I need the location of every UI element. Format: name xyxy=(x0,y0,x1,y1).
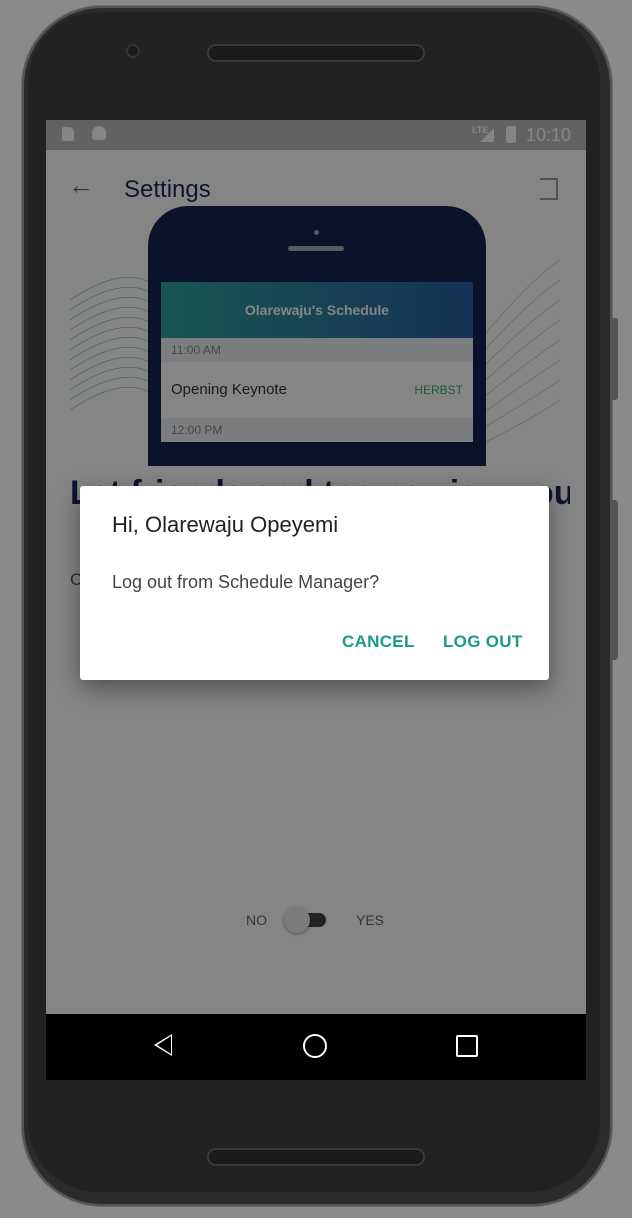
dialog-title: Hi, Olarewaju Opeyemi xyxy=(112,512,339,537)
screen: LTE 10:10 ← Settings Olarewaju's Schedul… xyxy=(46,120,586,1080)
nav-recents-icon[interactable] xyxy=(456,1035,478,1057)
dialog-message: Log out from Schedule Manager? xyxy=(112,572,380,592)
cancel-button[interactable]: CANCEL xyxy=(342,632,415,652)
nav-home-icon[interactable] xyxy=(303,1034,327,1058)
logout-dialog: Hi, Olarewaju Opeyemi Log out from Sched… xyxy=(80,486,549,680)
nav-back-icon-inner xyxy=(157,1036,171,1054)
bottom-speaker xyxy=(207,1148,425,1166)
top-speaker xyxy=(207,44,425,62)
volume-button xyxy=(612,318,618,400)
front-camera xyxy=(126,44,140,58)
logout-button[interactable]: LOG OUT xyxy=(443,632,523,652)
power-button xyxy=(612,500,618,660)
navigation-bar xyxy=(46,1014,586,1080)
